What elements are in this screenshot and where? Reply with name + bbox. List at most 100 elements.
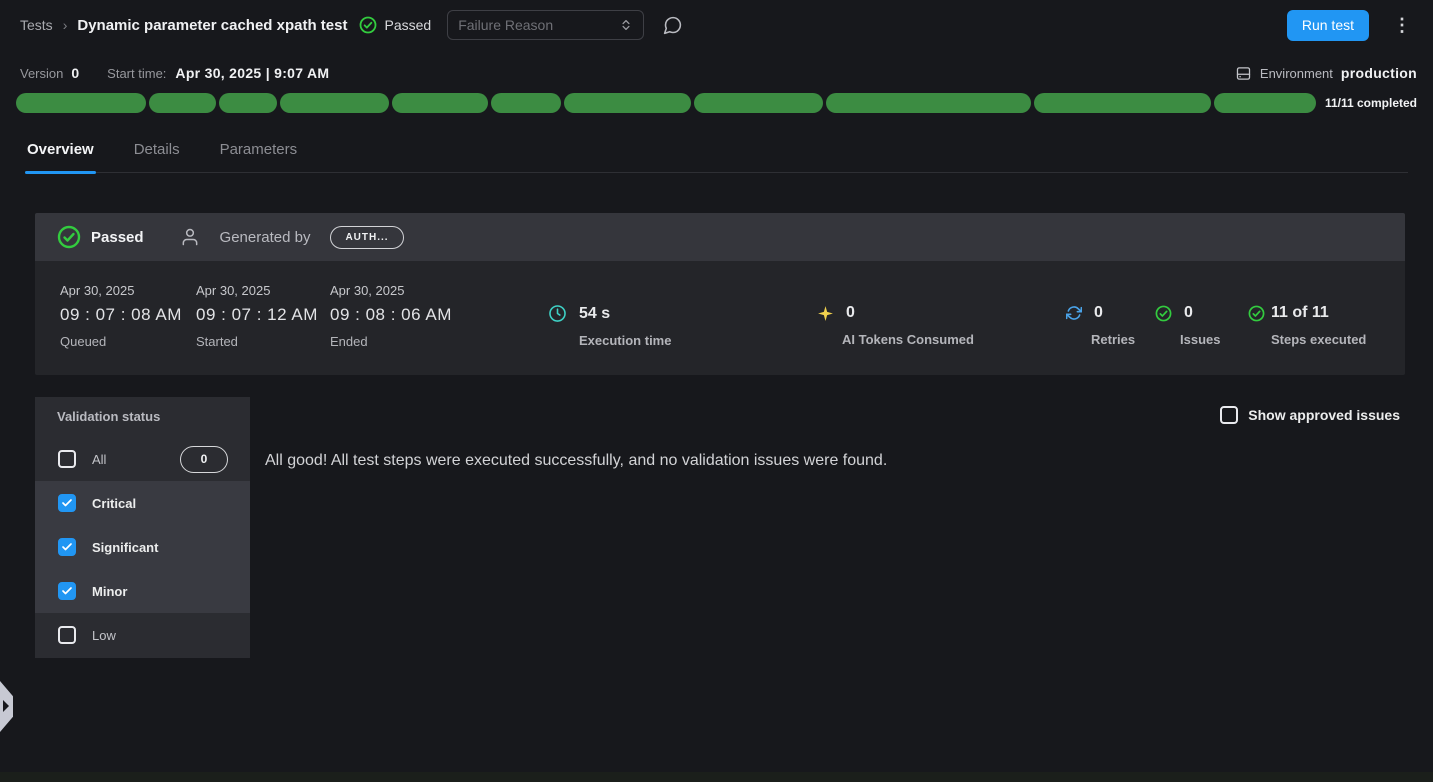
tab-parameters[interactable]: Parameters [218,133,300,172]
filter-minor-label: Minor [92,584,127,599]
meta-row: Version 0 Start time: Apr 30, 2025 | 9:0… [20,60,1417,86]
progress-segment [491,93,561,113]
progress-segment [16,93,146,113]
checkbox-show-approved[interactable] [1220,406,1238,424]
tab-details[interactable]: Details [132,133,182,172]
execution-time-value: 54 s [579,305,610,323]
check-icon [61,585,73,597]
summary-card: Passed Generated by AUTH... Apr 30, 2025… [35,213,1405,375]
retries-metric: 0 Retries [1066,304,1135,347]
refresh-icon [1066,305,1082,321]
progress-segment [280,93,389,113]
run-test-button[interactable]: Run test [1287,10,1369,41]
validation-status-title: Validation status [57,409,160,424]
issue-count-badge: 0 [180,446,228,473]
failure-reason-placeholder: Failure Reason [458,17,553,33]
filter-option-critical[interactable]: Critical [35,481,250,525]
queued-time: 09 : 07 : 08 AM [60,305,182,325]
version-value: 0 [71,65,79,81]
issues-metric: 0 Issues [1155,304,1220,347]
show-approved-issues-toggle[interactable]: Show approved issues [1220,406,1400,424]
progress-segment [694,93,823,113]
topbar: Tests › Dynamic parameter cached xpath t… [0,0,1433,50]
progress-segment [1214,93,1316,113]
expand-drawer-handle[interactable] [0,681,13,732]
queued-date: Apr 30, 2025 [60,283,182,298]
steps-executed-metric: 11 of 11 Steps executed [1248,304,1366,347]
filter-critical-label: Critical [92,496,136,511]
severity-group: Critical Significant Minor [35,481,250,613]
environment-value: production [1341,65,1417,81]
started-label: Started [196,334,318,349]
issues-value: 0 [1184,304,1193,322]
summary-card-body: Apr 30, 2025 09 : 07 : 08 AM Queued Apr … [35,261,1405,375]
status-text: Passed [384,17,431,33]
filter-option-significant[interactable]: Significant [35,525,250,569]
execution-time-label: Execution time [579,333,671,348]
breadcrumb-tests[interactable]: Tests [20,17,53,33]
checkbox-critical[interactable] [58,494,76,512]
clock-icon [548,304,567,323]
checkbox-low[interactable] [58,626,76,644]
comment-icon [662,15,683,36]
chevron-up-down-icon [619,17,633,33]
ended-label: Ended [330,334,452,349]
checkbox-significant[interactable] [58,538,76,556]
more-options-icon[interactable]: ⋮ [1387,12,1417,38]
started-time: 09 : 07 : 12 AM [196,305,318,325]
generated-by-label: Generated by [220,229,311,246]
checkbox-minor[interactable] [58,582,76,600]
check-circle-icon [57,225,81,249]
check-icon [61,541,73,553]
topbar-actions: Run test ⋮ [1287,10,1417,41]
filter-low-label: Low [92,628,116,643]
environment-info: Environment production [1235,65,1417,82]
ended-time: 09 : 08 : 06 AM [330,305,452,325]
queued-timestamp: Apr 30, 2025 09 : 07 : 08 AM Queued [60,283,182,349]
validation-status-panel: Validation status All 0 Critical Signifi… [35,397,250,658]
failure-reason-select[interactable]: Failure Reason [447,10,644,40]
filter-option-low[interactable]: Low [35,613,250,657]
version-label: Version [20,66,63,81]
breadcrumb-chevron-icon: › [63,17,68,33]
retries-label: Retries [1091,332,1135,347]
user-icon [180,227,200,247]
status-badge: Passed [359,16,431,34]
check-circle-icon [1248,305,1265,322]
filter-all-label: All [92,452,106,467]
execution-time-metric: 54 s Execution time [548,304,671,348]
generated-by-chip[interactable]: AUTH... [330,226,403,249]
steps-executed-label: Steps executed [1271,332,1366,347]
tab-overview[interactable]: Overview [25,133,96,172]
progress-segment [219,93,277,113]
page-title: Dynamic parameter cached xpath test [77,17,347,34]
bottom-bar [0,772,1433,782]
progress-completed-text: 11/11 completed [1325,96,1417,110]
check-icon [61,497,73,509]
ai-tokens-metric: 0 AI Tokens Consumed [817,304,974,347]
checkbox-all[interactable] [58,450,76,468]
filter-option-all[interactable]: All 0 [35,437,250,481]
issues-label: Issues [1180,332,1220,347]
ai-tokens-value: 0 [846,304,855,322]
retries-value: 0 [1094,304,1103,322]
started-timestamp: Apr 30, 2025 09 : 07 : 12 AM Started [196,283,318,349]
all-good-message: All good! All test steps were executed s… [265,452,887,470]
environment-label: Environment [1260,66,1333,81]
check-circle-icon [1155,305,1172,322]
start-time-label: Start time: [107,66,166,81]
progress-segment [564,93,691,113]
summary-card-header: Passed Generated by AUTH... [35,213,1405,261]
show-approved-label: Show approved issues [1248,407,1400,423]
queued-label: Queued [60,334,182,349]
comment-button[interactable] [662,15,683,36]
progress-segment [149,93,216,113]
check-circle-icon [359,16,377,34]
ended-timestamp: Apr 30, 2025 09 : 08 : 06 AM Ended [330,283,452,349]
start-time-value: Apr 30, 2025 | 9:07 AM [175,65,329,81]
progress-segment [1034,93,1211,113]
progress-bar [16,93,1316,113]
progress-segment [826,93,1031,113]
sparkle-icon [817,305,834,322]
filter-option-minor[interactable]: Minor [35,569,250,613]
